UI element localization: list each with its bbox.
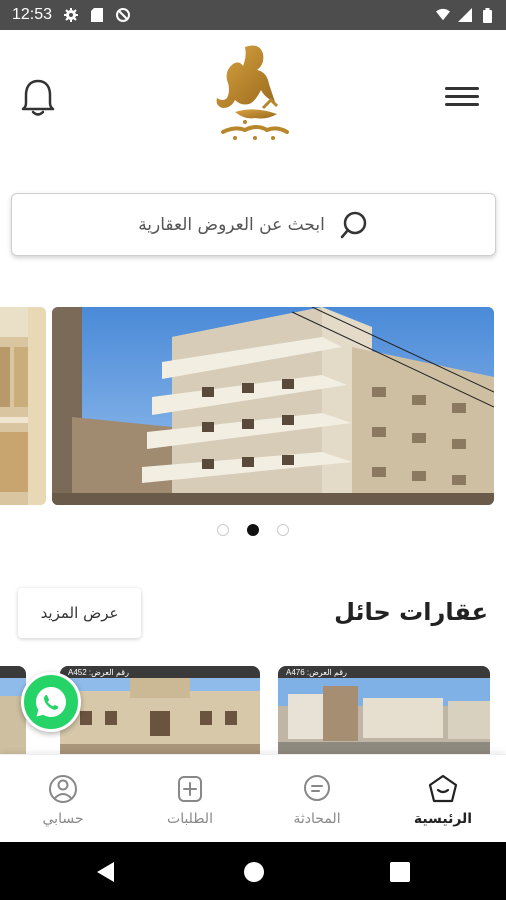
bell-icon [21, 79, 55, 116]
no-data-icon [116, 8, 131, 22]
search-input[interactable]: ابحث عن العروض العقارية [138, 215, 325, 235]
recents-button[interactable] [388, 860, 412, 884]
search-box[interactable]: ابحث عن العروض العقارية [11, 193, 496, 256]
system-navigation-bar [0, 842, 506, 900]
nav-home-label: الرئيسية [413, 811, 473, 827]
brand-logo [205, 42, 305, 152]
chat-icon [304, 775, 330, 801]
whatsapp-icon [36, 687, 66, 717]
sd-card-icon [90, 8, 104, 22]
carousel-dots [0, 522, 506, 538]
card-label: رقم العرض: A476 [278, 666, 490, 678]
add-request-icon [178, 776, 202, 802]
nav-account-label: حسابي [42, 811, 84, 827]
nav-requests[interactable]: الطلبات [135, 773, 245, 833]
home-button[interactable] [242, 860, 266, 884]
nav-chat-label: المحادثة [293, 811, 341, 827]
battery-icon [480, 7, 494, 23]
notifications-button[interactable] [18, 75, 58, 120]
image-carousel[interactable] [0, 307, 506, 505]
carousel-slide-active[interactable] [52, 307, 494, 505]
nav-requests-label: الطلبات [167, 811, 213, 827]
home-icon [428, 774, 458, 803]
settings-icon [64, 8, 79, 22]
property-card[interactable]: رقم العرض: A476 [278, 666, 490, 754]
home-circle-icon [244, 862, 264, 882]
section-title: عقارات حائل [334, 598, 488, 626]
card-label: رقم العرض: A452 [60, 666, 260, 678]
signal-icon [458, 8, 472, 22]
bottom-navigation: الرئيسية المحادثة الطلبات حسابي [0, 754, 506, 842]
show-more-button[interactable]: عرض المزيد [18, 588, 141, 638]
carousel-dot[interactable] [217, 524, 229, 536]
status-time: 12:53 [12, 6, 53, 23]
app-header [0, 30, 506, 165]
search-icon [340, 211, 367, 238]
nav-account[interactable]: حسابي [8, 773, 118, 833]
nav-home[interactable]: الرئيسية [388, 773, 498, 833]
carousel-slide-previous[interactable] [0, 307, 46, 505]
back-icon [97, 862, 114, 882]
whatsapp-button[interactable] [21, 672, 81, 732]
carousel-dot-active[interactable] [247, 524, 259, 536]
property-card[interactable]: رقم العرض: A452 [60, 666, 260, 754]
status-bar: 12:53 [0, 0, 506, 30]
nav-chat[interactable]: المحادثة [262, 773, 372, 833]
menu-button[interactable] [442, 82, 482, 112]
recents-icon [390, 862, 410, 882]
back-button[interactable] [94, 860, 118, 884]
account-icon [49, 775, 77, 803]
carousel-dot[interactable] [277, 524, 289, 536]
wifi-icon [436, 8, 450, 22]
menu-icon [442, 87, 482, 106]
